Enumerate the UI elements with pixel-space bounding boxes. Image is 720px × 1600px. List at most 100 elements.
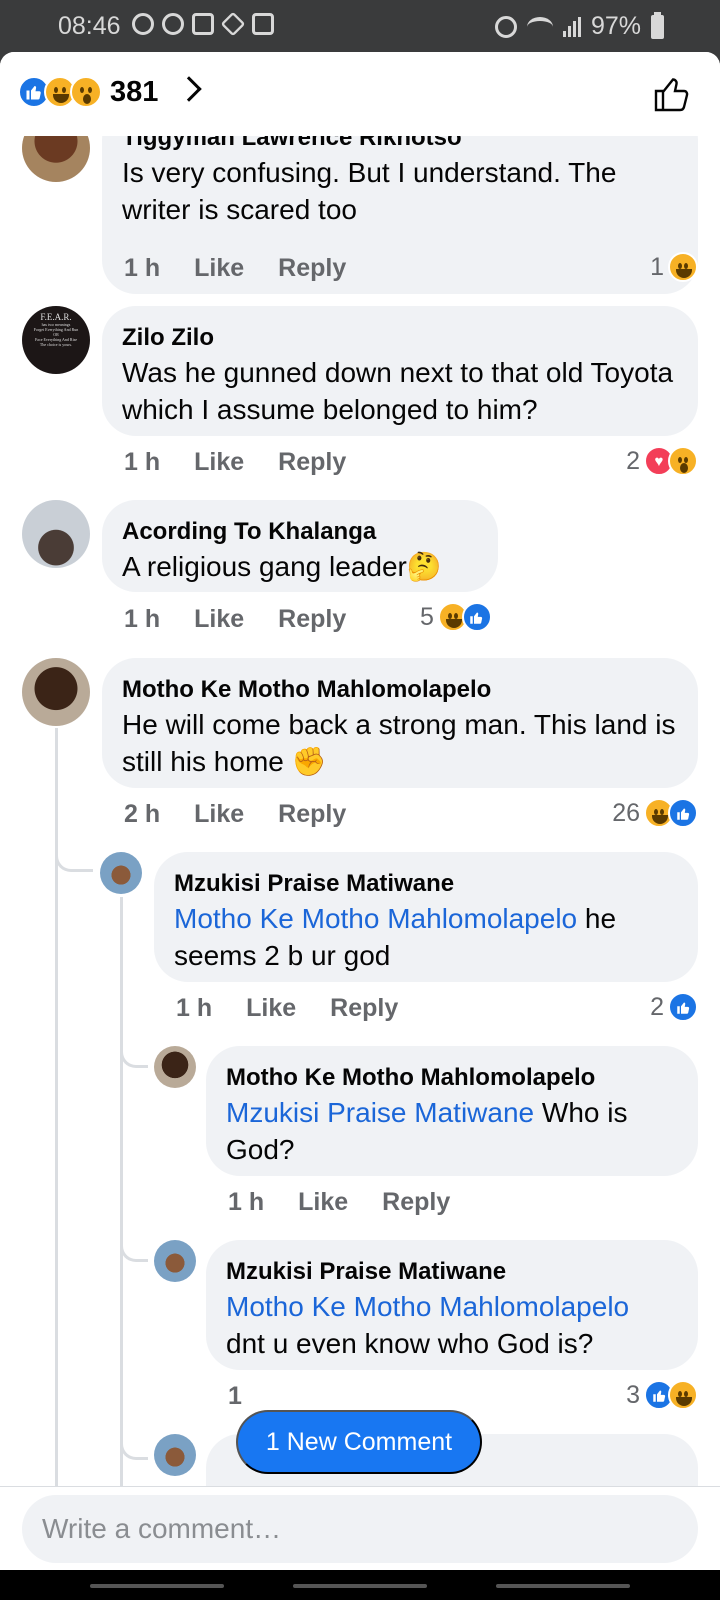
system-nav-bar [0, 1570, 720, 1600]
reaction-summary[interactable] [18, 76, 102, 108]
comment-text: He will come back a strong man. This lan… [122, 706, 676, 780]
reply-button[interactable]: Reply [278, 605, 346, 634]
comment-time: 2 h [124, 800, 161, 828]
comment-text: Was he gunned down next to that old Toyo… [122, 357, 674, 425]
chevron-right-icon[interactable] [176, 76, 202, 102]
reaction-count: 1 [650, 252, 664, 281]
reply-button[interactable]: Reply [278, 448, 346, 477]
comment-time: 1 h [124, 605, 161, 633]
comment-author[interactable]: Acording To Khalanga [122, 516, 476, 548]
like-button[interactable]: Like [246, 994, 296, 1023]
checkbox-icon [192, 13, 214, 35]
thinking-emoji: 🤔 [406, 551, 442, 582]
comment-text-body: he [577, 903, 617, 934]
comment-actions: 1 h Like Reply [124, 254, 380, 283]
nav-recents-handle[interactable] [496, 1584, 630, 1588]
reaction-count: 2 [626, 446, 640, 475]
reply-button[interactable]: Reply [278, 254, 346, 283]
comment-bubble: Mzukisi Praise Matiwane Motho Ke Motho M… [206, 1240, 698, 1370]
reactions-header: 381 [0, 52, 720, 136]
mention-link[interactable]: Motho Ke Motho Mahlomolapelo [226, 1291, 629, 1322]
avatar[interactable]: F.E.A.R. has two meanings Forget Everyth… [22, 306, 90, 374]
comment-time: 1 h [124, 448, 161, 476]
comment-reactions[interactable]: 3 [626, 1380, 698, 1410]
like-button[interactable]: Like [194, 800, 244, 829]
comment-text-body: He will come back a strong man. This lan… [122, 709, 676, 777]
comment-time: 1 h [124, 254, 161, 282]
notification-icons [132, 11, 274, 37]
comment-reactions[interactable]: 1 [650, 252, 698, 282]
new-comment-button[interactable]: 1 New Comment [236, 1410, 482, 1474]
comment-author[interactable]: Zilo Zilo [122, 322, 676, 354]
wifi-icon [526, 16, 553, 37]
app-icon [162, 13, 184, 35]
fist-emoji: ✊ [291, 746, 327, 777]
avatar[interactable] [22, 658, 90, 726]
comment-bubble: Acording To Khalanga A religious gang le… [102, 500, 498, 592]
avatar[interactable] [154, 1434, 196, 1476]
status-right: 97% [494, 11, 664, 41]
comment-text-body: God? [226, 1134, 295, 1165]
avatar[interactable] [154, 1046, 196, 1088]
mention-link[interactable]: Motho Ke Motho Mahlomolapelo [174, 903, 577, 934]
comment-author[interactable]: Motho Ke Motho Mahlomolapelo [122, 674, 676, 706]
comment-bubble: Motho Ke Motho Mahlomolapelo He will com… [102, 658, 698, 788]
comment-text: Is very confusing. But I understand. The… [122, 157, 617, 225]
avatar[interactable] [22, 500, 90, 568]
thread-connector [55, 852, 93, 872]
comment-author[interactable]: Mzukisi Praise Matiwane [174, 868, 676, 900]
comment-text-body: Who is [534, 1097, 628, 1128]
avatar[interactable] [100, 852, 142, 894]
reply-button[interactable]: Reply [330, 994, 398, 1023]
battery-percent: 97% [590, 12, 641, 40]
like-button[interactable]: Like [194, 254, 244, 283]
comment-time: 1 [228, 1382, 242, 1410]
reply-button[interactable]: Reply [278, 800, 346, 829]
nav-back-handle[interactable] [90, 1584, 224, 1588]
like-button[interactable]: Like [194, 605, 244, 634]
like-post-button[interactable] [652, 74, 692, 114]
wow-icon [70, 76, 102, 108]
comments-sheet[interactable]: 381 Tiggyman Lawrence Rikhotso Is very c… [0, 52, 720, 1486]
wow-icon [668, 446, 698, 476]
reaction-count: 2 [650, 992, 664, 1021]
comment-text: Motho Ke Motho Mahlomolapelo he seems 2 b… [174, 900, 676, 974]
comment-bubble: Mzukisi Praise Matiwane Motho Ke Motho M… [154, 852, 698, 982]
nav-home-handle[interactable] [293, 1584, 427, 1588]
thread-connector [120, 1050, 148, 1068]
mention-link[interactable]: Mzukisi Praise Matiwane [226, 1097, 534, 1128]
like-button[interactable]: Like [298, 1188, 348, 1217]
avatar[interactable] [154, 1240, 196, 1282]
signal-icon [562, 16, 581, 37]
comment-text-body: dnt u even know who God is? [226, 1328, 594, 1359]
sync-icon [132, 13, 154, 35]
comment-actions: 2 h Like Reply [124, 800, 380, 829]
comment-author[interactable]: Motho Ke Motho Mahlomolapelo [226, 1062, 676, 1094]
like-icon [668, 798, 698, 828]
comment-actions: 1 h Like Reply [176, 994, 432, 1023]
comment-reactions[interactable]: 26 [612, 798, 698, 828]
status-time: 08:46 [58, 12, 121, 40]
like-button[interactable]: Like [194, 448, 244, 477]
avatar-text: F.E.A.R. [40, 312, 72, 322]
image-icon [252, 13, 274, 35]
thread-line [120, 897, 123, 1486]
like-icon [461, 602, 492, 632]
reaction-count[interactable]: 381 [110, 76, 158, 109]
comment-time: 1 h [228, 1188, 265, 1216]
comment-composer [0, 1486, 720, 1570]
thread-connector [120, 1244, 148, 1262]
like-icon [668, 992, 698, 1022]
comment-author[interactable]: Mzukisi Praise Matiwane [226, 1256, 676, 1288]
comment-text: Motho Ke Motho Mahlomolapelo dnt u even k… [226, 1288, 676, 1362]
comment-reactions[interactable]: 2 ♥ [626, 446, 698, 476]
thread-line [55, 728, 58, 1486]
battery-icon [651, 11, 664, 39]
comment-reactions[interactable]: 5 [420, 602, 492, 632]
diamond-icon [220, 11, 246, 37]
comment-actions: 1 h Like Reply [124, 448, 380, 477]
comment-input[interactable] [22, 1495, 698, 1563]
comment-reactions[interactable]: 2 [650, 992, 698, 1022]
reply-button[interactable]: Reply [382, 1188, 450, 1217]
status-bar: 08:46 97% [0, 0, 720, 52]
